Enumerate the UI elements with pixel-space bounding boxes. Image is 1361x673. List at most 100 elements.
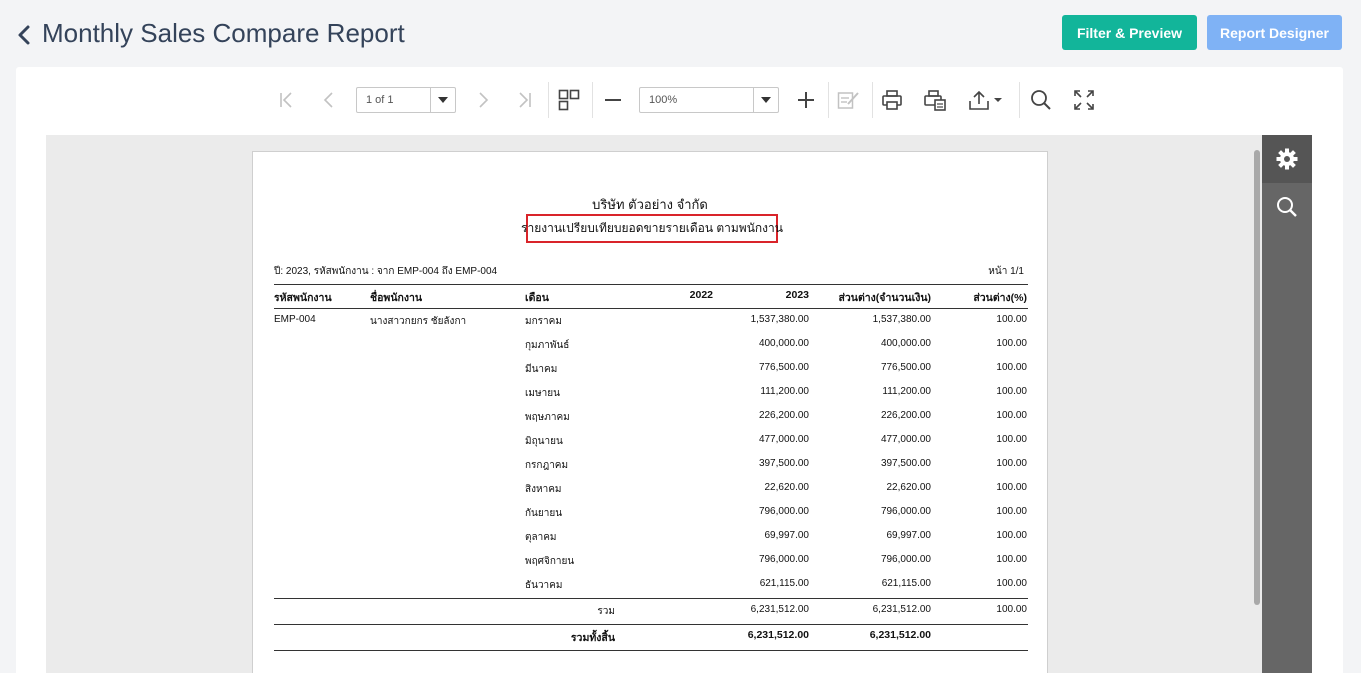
report-page: บริษัท ตัวอย่าง จำกัด รายงานเปรียบเทียบย… — [252, 151, 1048, 673]
column-header-code: รหัสพนักงาน — [274, 292, 332, 304]
last-page-icon[interactable] — [513, 87, 535, 113]
toolbar-divider — [592, 82, 593, 118]
row-month: กรกฎาคม — [525, 460, 569, 471]
subtotal-diff: 6,231,512.00 — [872, 604, 931, 615]
zoom-value: 100% — [649, 94, 678, 106]
row-month: มีนาคม — [525, 364, 558, 375]
report-designer-button[interactable]: Report Designer — [1207, 15, 1342, 50]
row-month: มกราคม — [525, 316, 562, 327]
row-2023-value: 22,620.00 — [764, 482, 810, 493]
row-diff-amount: 796,000.00 — [880, 506, 931, 517]
first-page-icon[interactable] — [276, 87, 298, 113]
export-icon[interactable] — [966, 87, 1006, 113]
filter-preview-button[interactable]: Filter & Preview — [1062, 15, 1197, 50]
row-2023-value: 397,500.00 — [758, 458, 809, 469]
back-arrow-icon[interactable] — [14, 22, 36, 48]
edit-icon[interactable] — [836, 87, 862, 113]
row-2023-value: 621,115.00 — [759, 578, 809, 589]
vertical-scrollbar[interactable] — [1254, 150, 1260, 605]
grandtotal-label: รวมทั้งสิ้น — [570, 632, 615, 644]
row-diff-amount: 796,000.00 — [880, 554, 931, 565]
print-icon[interactable] — [880, 87, 904, 113]
search-icon[interactable] — [1262, 183, 1312, 231]
row-2023-value: 477,000.00 — [758, 434, 809, 445]
subtotal-label: รวม — [597, 606, 615, 617]
row-month: ตุลาคม — [525, 532, 557, 543]
next-page-icon[interactable] — [472, 87, 494, 113]
row-month: กุมภาพันธ์ — [525, 340, 570, 351]
toolbar-divider — [1019, 82, 1020, 118]
zoom-out-icon[interactable] — [602, 87, 624, 113]
chevron-down-icon[interactable] — [753, 88, 778, 112]
row-month: ธันวาคม — [525, 580, 563, 591]
column-header-2023: 2023 — [785, 289, 809, 301]
report-title: รายงานเปรียบเทียบยอดขายรายเดือน ตามพนักง… — [521, 214, 783, 243]
filter-text: ปี: 2023, รหัสพนักงาน : จาก EMP-004 ถึง … — [274, 266, 498, 277]
subtotal-2023: 6,231,512.00 — [750, 604, 809, 615]
row-diff-percent: 100.00 — [996, 410, 1027, 421]
row-diff-percent: 100.00 — [996, 434, 1027, 445]
column-header-name: ชื่อพนักงาน — [370, 292, 423, 304]
row-2023-value: 111,200.00 — [760, 386, 809, 397]
subtotal-percent: 100.00 — [996, 604, 1027, 615]
row-diff-amount: 111,200.00 — [882, 386, 931, 397]
row-diff-amount: 1,537,380.00 — [872, 314, 931, 325]
row-month: สิงหาคม — [525, 484, 562, 495]
row-diff-amount: 776,500.00 — [880, 362, 931, 373]
employee-name: นางสาวกยกร ชัยลังกา — [370, 316, 467, 327]
row-diff-amount: 22,620.00 — [886, 482, 932, 493]
gear-icon[interactable] — [1262, 135, 1312, 183]
table-border — [274, 308, 1028, 309]
row-diff-amount: 397,500.00 — [880, 458, 931, 469]
row-month: เมษายน — [525, 388, 560, 399]
row-month: กันยายน — [525, 508, 563, 519]
grandtotal-2023: 6,231,512.00 — [747, 629, 809, 641]
row-diff-percent: 100.00 — [996, 386, 1027, 397]
row-month: พฤษภาคม — [525, 412, 570, 423]
row-diff-amount: 400,000.00 — [880, 338, 931, 349]
company-name: บริษัท ตัวอย่าง จำกัด — [592, 197, 708, 212]
zoom-in-icon[interactable] — [795, 87, 817, 113]
fullscreen-icon[interactable] — [1072, 87, 1096, 113]
row-diff-percent: 100.00 — [996, 338, 1027, 349]
toolbar-divider — [828, 82, 829, 118]
print-page-icon[interactable] — [922, 87, 948, 113]
zoom-selector[interactable]: 100% — [639, 87, 779, 113]
row-diff-percent: 100.00 — [996, 458, 1027, 469]
side-panel — [1262, 135, 1312, 673]
row-diff-percent: 100.00 — [996, 578, 1027, 589]
row-diff-percent: 100.00 — [996, 554, 1027, 565]
employee-code: EMP-004 — [274, 314, 316, 325]
page-selector-value: 1 of 1 — [366, 94, 394, 106]
column-header-month: เดือน — [525, 292, 549, 304]
column-header-diff-percent: ส่วนต่าง(%) — [973, 292, 1027, 304]
row-month: มิถุนายน — [525, 436, 563, 447]
toolbar-divider — [872, 82, 873, 118]
row-diff-percent: 100.00 — [996, 530, 1027, 541]
row-diff-percent: 100.00 — [996, 482, 1027, 493]
multipage-icon[interactable] — [557, 87, 581, 113]
page-title: Monthly Sales Compare Report — [42, 18, 405, 48]
row-diff-percent: 100.00 — [996, 506, 1027, 517]
table-border — [274, 624, 1028, 625]
row-diff-amount: 69,997.00 — [886, 530, 932, 541]
row-diff-amount: 226,200.00 — [880, 410, 931, 421]
page-number: หน้า 1/1 — [988, 266, 1024, 277]
row-2023-value: 776,500.00 — [758, 362, 809, 373]
row-diff-amount: 477,000.00 — [880, 434, 931, 445]
row-2023-value: 226,200.00 — [758, 410, 809, 421]
toolbar-divider — [548, 82, 549, 118]
row-diff-amount: 621,115.00 — [881, 578, 931, 589]
row-diff-percent: 100.00 — [996, 362, 1027, 373]
page-selector[interactable]: 1 of 1 — [356, 87, 456, 113]
row-month: พฤศจิกายน — [525, 556, 575, 567]
row-diff-percent: 100.00 — [996, 314, 1027, 325]
column-header-diff-amount: ส่วนต่าง(จำนวนเงิน) — [838, 292, 931, 304]
previous-page-icon[interactable] — [318, 87, 340, 113]
row-2023-value: 796,000.00 — [758, 506, 809, 517]
table-border — [274, 284, 1028, 285]
table-border — [274, 650, 1028, 651]
chevron-down-icon[interactable] — [430, 88, 455, 112]
search-icon[interactable] — [1029, 87, 1053, 113]
row-2023-value: 796,000.00 — [758, 554, 809, 565]
